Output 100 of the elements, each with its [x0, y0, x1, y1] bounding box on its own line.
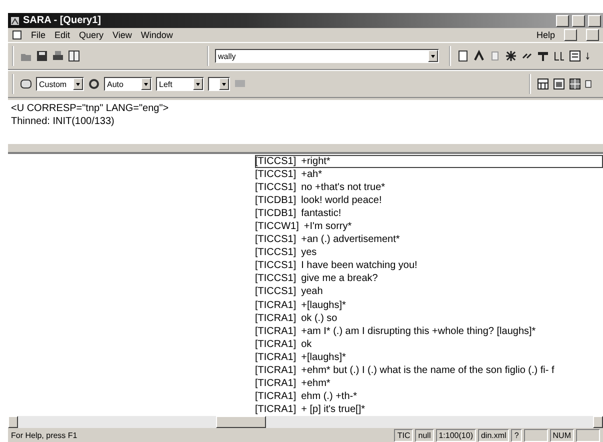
refresh-icon[interactable]	[88, 78, 100, 90]
status-pane: null	[415, 428, 434, 442]
speaker-code: [TICCS1]	[255, 260, 296, 272]
search-combo[interactable]: wally	[215, 49, 439, 63]
utterance-text: yeah	[301, 286, 323, 298]
utterance-text: +ehm* but (.) I (.) what is the name of the son figlio (.) fi- f	[301, 364, 554, 376]
utterance-text: +[laughs]*	[301, 300, 346, 311]
columns-icon[interactable]	[20, 78, 32, 90]
asterisk-icon[interactable]	[505, 50, 517, 62]
result-row[interactable]: [TICRA1] ok	[255, 338, 603, 351]
utterance-text: ok (.) so	[301, 312, 338, 324]
table-icon[interactable]	[569, 78, 581, 90]
speaker-code: [TICCS1]	[255, 182, 296, 194]
result-row[interactable]: [TICCS1] yeah	[255, 285, 603, 299]
utterance-text: +right*	[301, 156, 330, 168]
utterance-text: fantastic!	[301, 208, 342, 220]
speaker-code: [TICRA1]	[255, 390, 296, 402]
speaker-code: [TICCS1]	[255, 273, 296, 284]
panel-icon[interactable]	[68, 50, 80, 62]
grid-icon[interactable]	[537, 78, 549, 90]
speaker-code: [TICCW1]	[255, 221, 299, 232]
menu-item[interactable]: Window	[140, 30, 173, 40]
dropdown-arrow-icon[interactable]	[144, 82, 148, 86]
status-pane: 1:100(10)	[436, 428, 476, 442]
utterance-text: yes	[301, 247, 317, 258]
speaker-code: [TICRA1]	[255, 364, 296, 376]
status-pane	[524, 428, 548, 442]
format-combo[interactable]	[208, 77, 230, 91]
text-tool-icon[interactable]	[537, 50, 549, 62]
result-row[interactable]: [TICCS1] give me a break?	[255, 272, 603, 286]
layout-icon[interactable]	[585, 78, 593, 90]
window-icon[interactable]	[553, 78, 565, 90]
format-combo[interactable]: Custom	[36, 77, 84, 91]
menu-item[interactable]: Query	[79, 30, 104, 40]
speaker-code: [TICCS1]	[255, 286, 296, 298]
result-row[interactable]: [TICCS1] no +that's not true*	[255, 181, 603, 194]
utterance-text: no +that's not true*	[301, 182, 386, 194]
result-row[interactable]: [TICRA1] ok (.) so	[255, 312, 603, 325]
result-row[interactable]: [TICRA1] +am I* (.) am I disrupting this +whole thing? [laughs]*	[255, 324, 603, 338]
result-row[interactable]: [TICCS1] +ah*	[255, 168, 603, 182]
minimize-button[interactable]	[564, 29, 577, 41]
result-row[interactable]: [TICCS1] I have been watching you!	[255, 259, 603, 272]
status-pane: din.xml	[478, 428, 510, 442]
utterance-text: ehm (.) +th-*	[301, 390, 357, 402]
menu-item[interactable]: Edit	[54, 30, 70, 40]
document-icon[interactable]	[457, 50, 469, 62]
print-icon[interactable]	[52, 50, 64, 62]
close-button[interactable]	[588, 14, 601, 26]
dropdown-arrow-icon[interactable]	[431, 54, 435, 58]
result-row[interactable]: [TICRA1] +ehm* but (.) I (.) what is the name of the son figlio (.) fi- f	[255, 364, 603, 377]
caret-icon[interactable]	[473, 50, 485, 62]
result-row[interactable]: [TICRA1] +ehm*	[255, 376, 603, 390]
result-row[interactable]: [TICCW1] +I'm sorry*	[255, 220, 603, 234]
format-combo[interactable]: Auto	[104, 77, 152, 91]
utterance-text: +ah*	[301, 169, 322, 180]
status-message: For Help, press F1	[11, 430, 78, 440]
status-pane: NUM	[550, 428, 574, 442]
scroll-thumb[interactable]	[216, 416, 266, 428]
menu-item[interactable]: View	[112, 30, 132, 40]
dropdown-arrow-icon[interactable]	[76, 82, 80, 86]
speaker-code: [TICRA1]	[255, 404, 296, 415]
utterance-text: +am I* (.) am I disrupting this +whole thing? [laughs]*	[301, 326, 536, 337]
minimize-button[interactable]	[556, 14, 569, 26]
result-row[interactable]: [TICRA1] +[laughs]*	[255, 350, 603, 364]
utterance-text: look! world peace!	[301, 195, 382, 206]
dropdown-arrow-icon[interactable]	[196, 82, 200, 86]
status-pane: TIC	[394, 428, 414, 442]
result-row[interactable]: [TICRA1] + [p] it's true[]*	[255, 402, 603, 416]
menu-item[interactable]: Help	[536, 30, 555, 40]
utterance-text: +[laughs]*	[301, 352, 346, 363]
speaker-code: [TICCS1]	[255, 247, 296, 258]
result-row[interactable]: [TICRA1] +[laughs]*	[255, 298, 603, 312]
speaker-code: [TICRA1]	[255, 312, 296, 324]
utterance-text: +I'm sorry*	[304, 221, 352, 232]
app-icon	[10, 16, 20, 26]
speaker-code: [TICRA1]	[255, 326, 296, 337]
result-row[interactable]: [TICCS1] yes	[255, 246, 603, 260]
save-icon[interactable]	[36, 50, 48, 62]
speaker-code: [TICRA1]	[255, 300, 296, 311]
utterance-text: give me a break?	[301, 273, 378, 284]
document-icon[interactable]	[12, 30, 22, 40]
menu-item[interactable]: File	[31, 30, 46, 40]
utterance-text: ok	[301, 338, 312, 350]
scroll-right-button[interactable]	[593, 416, 603, 428]
result-row[interactable]: [TICDB1] look! world peace!	[255, 194, 603, 208]
list-icon[interactable]	[569, 50, 581, 62]
maximize-button[interactable]	[572, 14, 585, 26]
status-pane	[576, 428, 600, 442]
result-row[interactable]: [TICRA1] ehm (.) +th-*	[255, 390, 603, 403]
format-combo[interactable]: Left	[156, 77, 204, 91]
window-title: SARA - [Query1]	[23, 15, 102, 26]
speaker-code: [TICCS1]	[255, 234, 296, 246]
result-row[interactable]: [TICDB1] fantastic!	[255, 207, 603, 220]
scroll-left-button[interactable]	[8, 416, 18, 428]
dropdown-arrow-icon[interactable]	[222, 82, 226, 86]
restore-button[interactable]	[586, 29, 599, 41]
speaker-code: [TICCS1]	[255, 169, 296, 180]
result-row[interactable]: [TICCS1] +an (.) advertisement*	[255, 233, 603, 246]
status-pane: ?	[511, 428, 522, 442]
horizontal-scrollbar[interactable]	[8, 416, 603, 428]
